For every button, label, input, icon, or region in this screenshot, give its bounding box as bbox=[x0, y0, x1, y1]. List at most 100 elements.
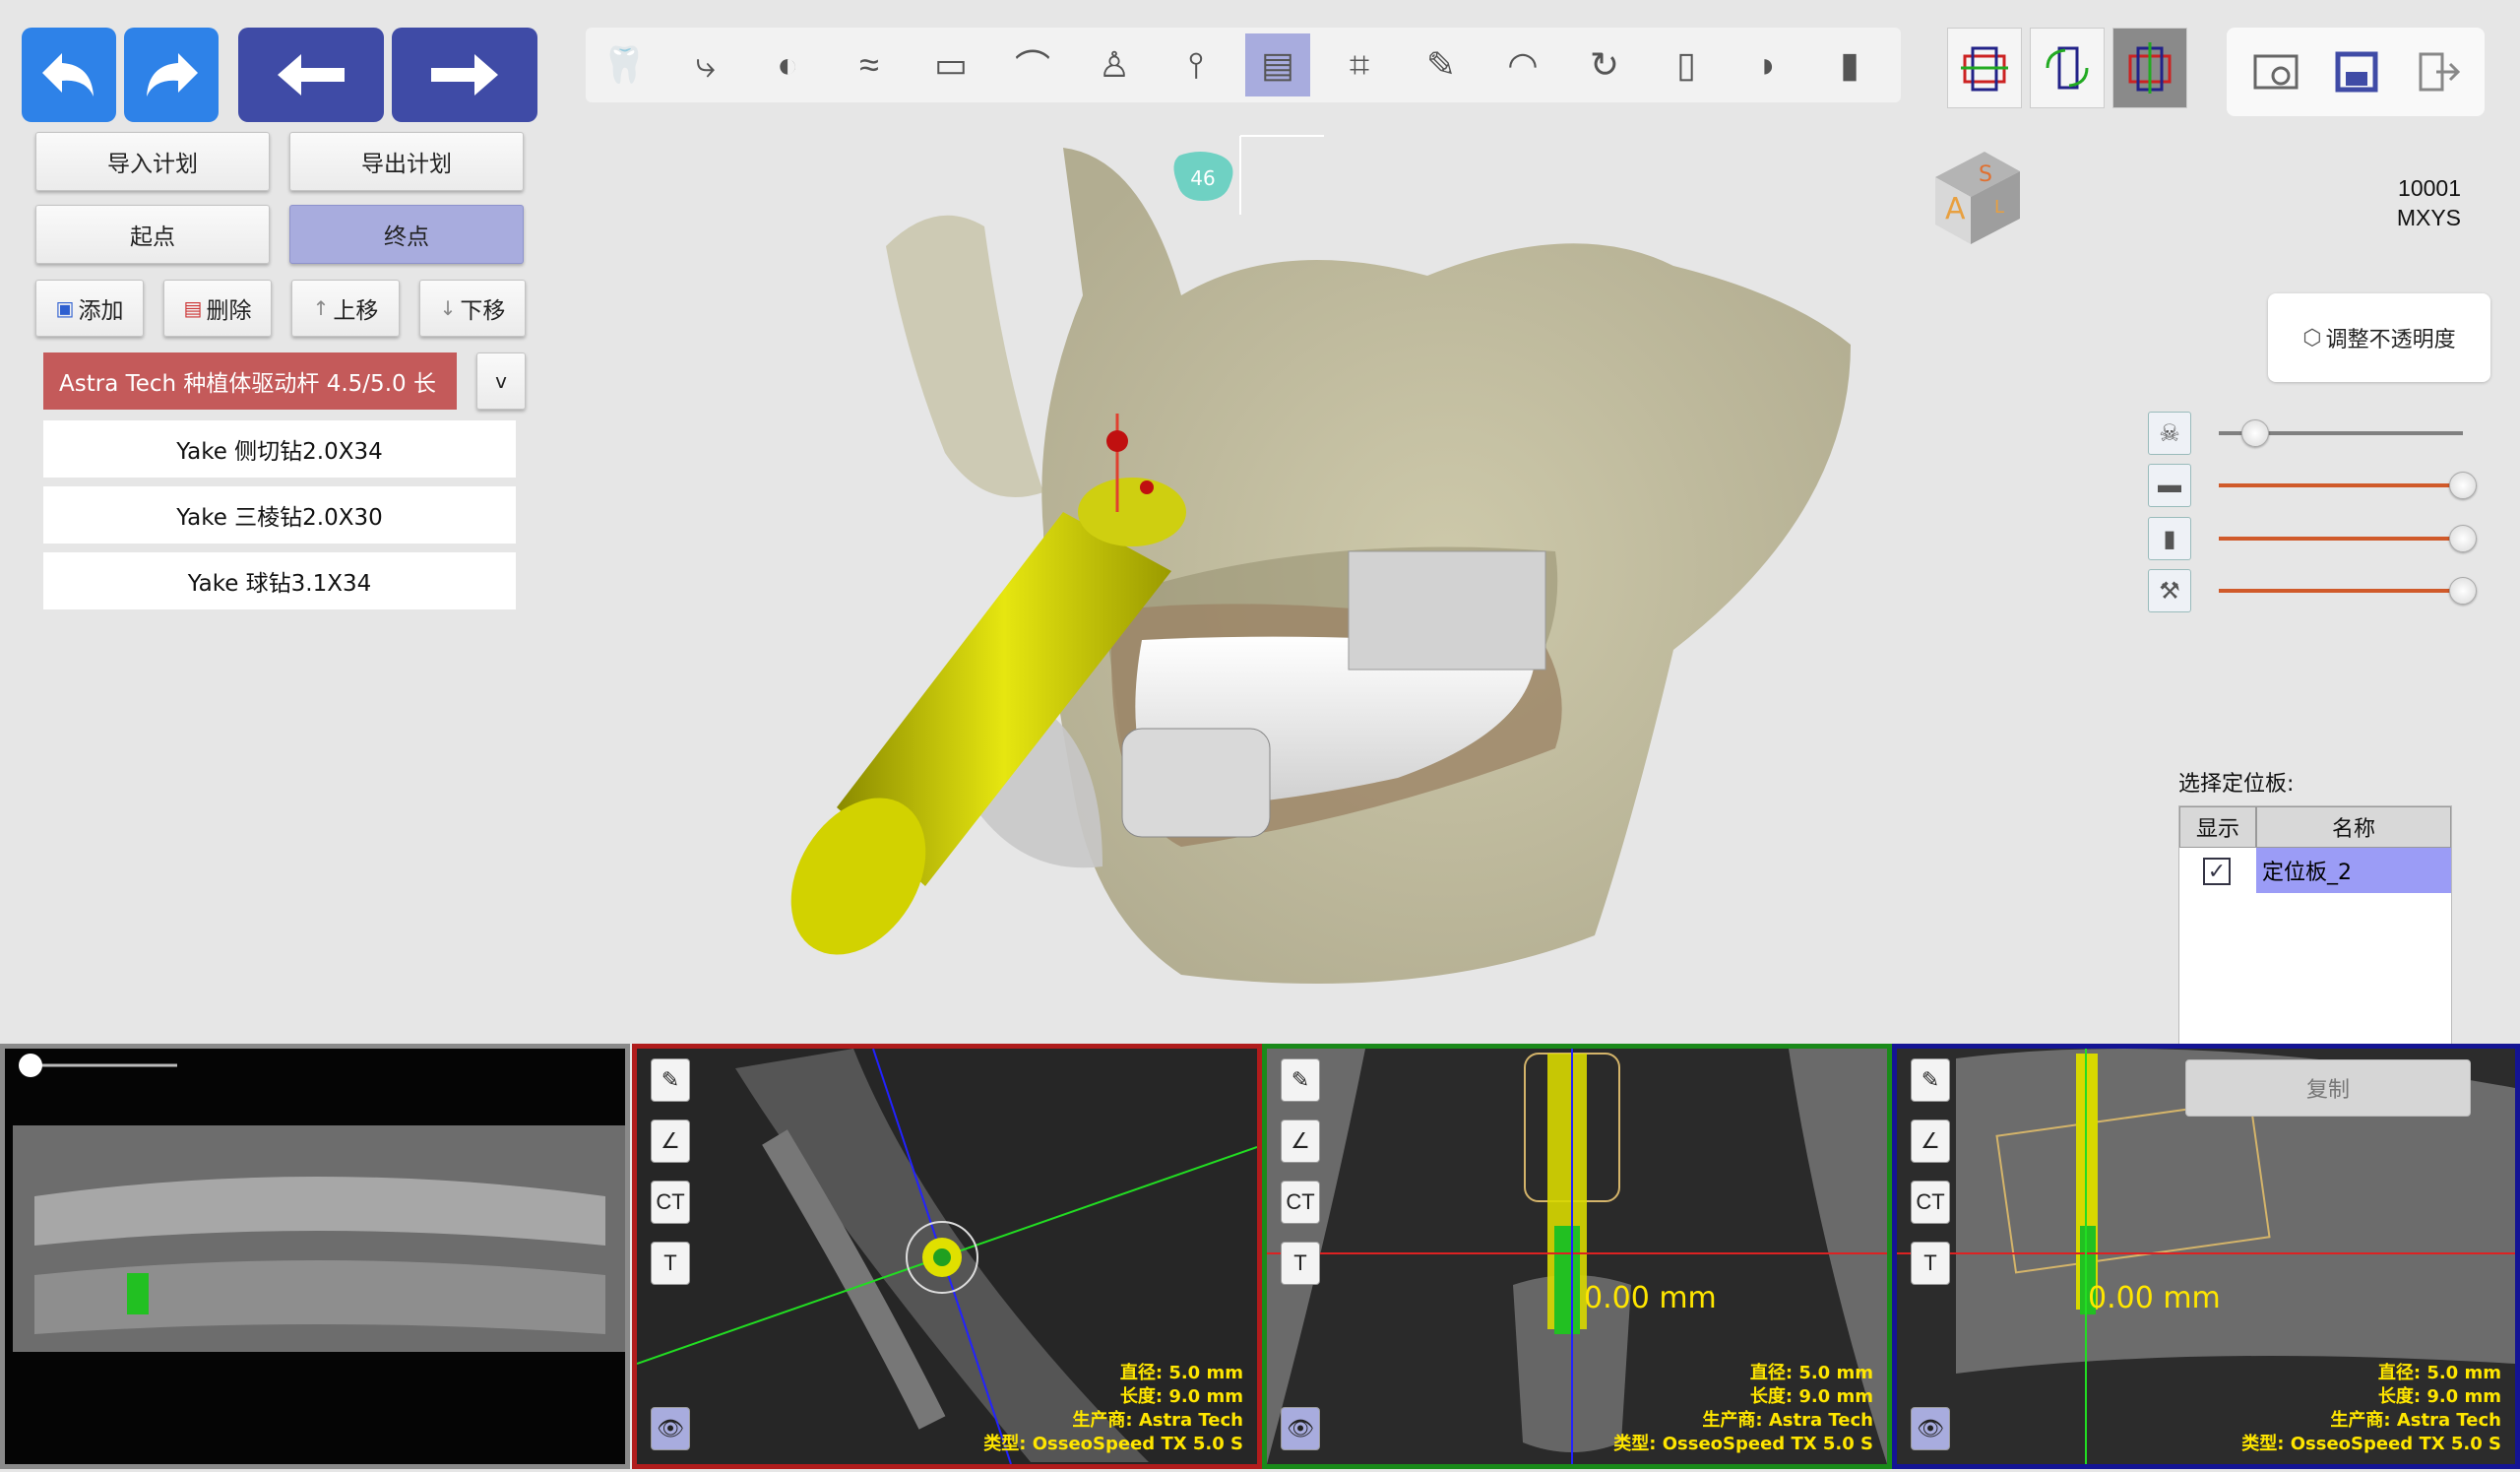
type-text: 类型: OsseoSpeed TX 5.0 S bbox=[983, 1434, 1243, 1454]
exit-icon bbox=[2419, 52, 2461, 92]
angle-tool-button[interactable]: ∠ bbox=[1911, 1120, 1950, 1163]
opacity-slider-thumb[interactable] bbox=[2449, 525, 2477, 552]
ct-toggle-button[interactable]: CT bbox=[651, 1181, 690, 1224]
text-tool-button[interactable]: T bbox=[1281, 1242, 1320, 1285]
angle-icon: ∠ bbox=[661, 1128, 680, 1153]
tooth-marker[interactable]: 46 bbox=[1173, 135, 1324, 215]
cube-front-label: A bbox=[1945, 192, 1966, 226]
undo-icon bbox=[42, 53, 94, 96]
guide-row-check-cell[interactable]: ✓ bbox=[2179, 848, 2256, 893]
crown-icon: ♙ bbox=[1098, 44, 1131, 85]
save-button[interactable] bbox=[2325, 41, 2388, 102]
visibility-toggle-button[interactable]: 👁 bbox=[651, 1407, 690, 1450]
guide-select-label: 选择定位板: bbox=[2178, 772, 2295, 797]
drill-guide-icon: ⚒ bbox=[2159, 577, 2180, 605]
toolbar-tooth-rotate-button[interactable]: ↻ bbox=[1572, 33, 1637, 96]
slider-implant-green-toggle[interactable]: ▮ bbox=[2148, 517, 2191, 560]
cube-side-label: L bbox=[1994, 197, 2004, 218]
measure-tool-button[interactable]: ✎ bbox=[1911, 1058, 1950, 1102]
visibility-toggle-button[interactable]: 👁 bbox=[1911, 1407, 1950, 1450]
root-canal-icon: ◐ bbox=[777, 44, 798, 85]
pano-slider-thumb[interactable] bbox=[19, 1054, 42, 1077]
arch-curve-icon: ⌒ bbox=[1014, 47, 1050, 88]
slider-jaw-model-toggle[interactable]: ▬ bbox=[2148, 464, 2191, 507]
toolbar-report-button[interactable]: ▤ bbox=[1245, 33, 1310, 96]
toolbar-bone-graft-button[interactable]: ◗ bbox=[1735, 33, 1800, 96]
ct-toggle-button[interactable]: CT bbox=[1281, 1181, 1320, 1224]
camera-icon bbox=[2253, 54, 2299, 90]
slider-skull-toggle[interactable]: ☠ bbox=[2148, 412, 2191, 455]
exit-button[interactable] bbox=[2406, 41, 2469, 102]
text-tool-button[interactable]: T bbox=[651, 1242, 690, 1285]
toolbar-implant-button[interactable]: ⫯ bbox=[1164, 33, 1228, 96]
save-icon bbox=[2335, 51, 2378, 93]
ct-toggle-button[interactable]: CT bbox=[1911, 1181, 1950, 1224]
angle-tool-button[interactable]: ∠ bbox=[1281, 1120, 1320, 1163]
plane-axial-icon bbox=[1961, 46, 2008, 92]
adjust-opacity-button[interactable]: ⬡ 调整不透明度 bbox=[2268, 293, 2490, 382]
orientation-cube[interactable]: S A L bbox=[1935, 152, 2020, 244]
toolbar-sleeve-button[interactable]: ▯ bbox=[1654, 33, 1719, 96]
maker-text: 生产商: Astra Tech bbox=[2330, 1410, 2501, 1431]
copy-button[interactable]: 复制 bbox=[2185, 1059, 2471, 1117]
plane-rotate-icon bbox=[2046, 46, 2089, 90]
patient-name: MXYS bbox=[2396, 205, 2461, 230]
3d-viewport[interactable]: 46 S A L bbox=[0, 108, 2520, 1039]
diameter-text: 直径: 5.0 mm bbox=[2377, 1363, 2501, 1383]
cube-outline-icon: ⬡ bbox=[2302, 325, 2322, 351]
opacity-slider-thumb[interactable] bbox=[2449, 472, 2477, 499]
crop-icon: ⌗ bbox=[1349, 43, 1370, 85]
angle-icon: ∠ bbox=[1921, 1128, 1940, 1153]
measure-tool-button[interactable]: ✎ bbox=[1281, 1058, 1320, 1102]
bone-graft-icon: ◗ bbox=[1757, 44, 1779, 85]
opacity-slider-thumb[interactable] bbox=[2241, 419, 2270, 447]
cross-section-view-red[interactable]: ✎ ∠ CT T 👁 直径: 5.0 mm 长度: 9.0 mm 生产商: As… bbox=[632, 1044, 1262, 1469]
distance-readout: 0.00 mm bbox=[2088, 1281, 2221, 1315]
length-text: 长度: 9.0 mm bbox=[1749, 1386, 1873, 1407]
guide-visible-checkbox[interactable]: ✓ bbox=[2203, 858, 2231, 885]
diameter-text: 直径: 5.0 mm bbox=[1749, 1363, 1873, 1383]
guide-row-name[interactable]: 定位板_2 bbox=[2256, 848, 2451, 893]
implant-info: 直径: 5.0 mm 长度: 9.0 mm 生产商: Astra Tech 类型… bbox=[983, 1362, 1243, 1456]
tooth-icon: 🦷 bbox=[601, 44, 647, 85]
type-text: 类型: OsseoSpeed TX 5.0 S bbox=[2241, 1434, 2501, 1454]
text-tool-button[interactable]: T bbox=[1911, 1242, 1950, 1285]
toolbar-gum-button[interactable]: ◠ bbox=[1490, 33, 1555, 96]
arrow-left-icon bbox=[278, 54, 345, 96]
opacity-slider-track[interactable] bbox=[2219, 537, 2463, 541]
view-axial-button[interactable] bbox=[1947, 28, 2022, 108]
slider-drill-guide-toggle[interactable]: ⚒ bbox=[2148, 569, 2191, 612]
toolbar-tooth-canal-button[interactable]: ⤷ bbox=[673, 33, 738, 96]
measure-tool-button[interactable]: ✎ bbox=[651, 1058, 690, 1102]
cross-section-view-green[interactable]: 0.00 mm ✎ ∠ CT T 👁 直径: 5.0 mm 长度: 9.0 mm… bbox=[1262, 1044, 1892, 1469]
ruler-icon: ✎ bbox=[661, 1067, 680, 1092]
maker-text: 生产商: Astra Tech bbox=[1072, 1410, 1243, 1431]
toolbar-crop-button[interactable]: ⌗ bbox=[1327, 33, 1392, 96]
toolbar-root-canal-button[interactable]: ◐ bbox=[755, 33, 820, 96]
toolbar-cross-section-button[interactable]: ▭ bbox=[918, 33, 983, 96]
toolbar-drill-button[interactable]: ✎ bbox=[1409, 33, 1474, 96]
opacity-slider-track[interactable] bbox=[2219, 589, 2463, 593]
cross-section-icon: ▭ bbox=[933, 44, 968, 85]
opacity-slider-track[interactable] bbox=[2219, 483, 2463, 487]
col-show-header: 显示 bbox=[2179, 806, 2256, 848]
cube-top-label: S bbox=[1979, 162, 1992, 187]
angle-tool-button[interactable]: ∠ bbox=[651, 1120, 690, 1163]
toolbar-nerve-button[interactable]: ≈ bbox=[837, 33, 902, 96]
report-icon: ▤ bbox=[1260, 44, 1294, 85]
eye-icon: 👁 bbox=[1287, 1416, 1314, 1440]
file-actions-group bbox=[2227, 28, 2485, 116]
implant-icon: ⫯ bbox=[1188, 43, 1204, 85]
implant-info: 直径: 5.0 mm 长度: 9.0 mm 生产商: Astra Tech 类型… bbox=[2241, 1362, 2501, 1456]
toolbar-crown-button[interactable]: ♙ bbox=[1082, 33, 1147, 96]
view-all-planes-button[interactable] bbox=[2112, 28, 2187, 108]
app-window: 导入计划 导出计划 起点 终点 ▣ 添加 ▤ 删除 ↑ 上移 ↓ 下移 Astra Te… bbox=[0, 0, 2520, 1472]
view-rotate-button[interactable] bbox=[2030, 28, 2105, 108]
toolbar-implant-dark-button[interactable]: ▮ bbox=[1817, 33, 1882, 96]
visibility-toggle-button[interactable]: 👁 bbox=[1281, 1407, 1320, 1450]
panoramic-view[interactable] bbox=[0, 1044, 630, 1469]
opacity-slider-thumb[interactable] bbox=[2449, 577, 2477, 605]
toolbar-tooth-button[interactable]: 🦷 bbox=[592, 33, 657, 96]
screenshot-button[interactable] bbox=[2244, 41, 2307, 102]
toolbar-arch-curve-button[interactable]: ⌒ bbox=[1000, 33, 1065, 96]
